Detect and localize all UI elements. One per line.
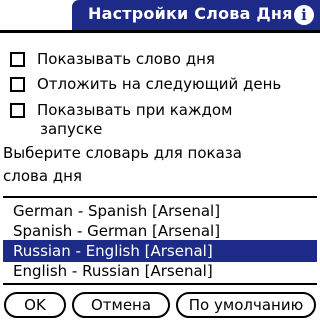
checkbox-label-continuation: запуске	[40, 120, 103, 138]
list-item-english-russian[interactable]: English - Russian [Arsenal]	[3, 260, 317, 282]
info-icon[interactable]: i	[294, 5, 314, 25]
checkbox-label: Отложить на следующий день	[37, 75, 282, 93]
word-of-day-settings-dialog: Настройки Слова Дня i Показывать слово д…	[0, 0, 320, 322]
dictionary-prompt-line1: Выберите словарь для показа	[3, 144, 242, 162]
checkbox-label: Показывать слово дня	[37, 50, 215, 68]
dictionary-prompt-line2: слова дня	[3, 167, 83, 185]
dictionary-list[interactable]: German - Spanish [Arsenal] Spanish - Ger…	[3, 196, 317, 284]
checkbox-show-every-launch[interactable]: Показывать при каждом	[10, 98, 232, 122]
title-bar: Настройки Слова Дня i	[0, 0, 320, 33]
list-divider	[3, 283, 317, 285]
checkbox-box[interactable]	[10, 51, 25, 67]
dialog-title: Настройки Слова Дня	[88, 4, 293, 23]
checkbox-show-word-of-day[interactable]: Показывать слово дня	[10, 47, 215, 71]
ok-button[interactable]: OK	[4, 292, 66, 318]
checkbox-postpone-next-day[interactable]: Отложить на следующий день	[10, 72, 281, 96]
checkbox-label: Показывать при каждом	[37, 101, 233, 119]
checkbox-box[interactable]	[10, 76, 25, 92]
list-item-spanish-german[interactable]: Spanish - German [Arsenal]	[3, 220, 317, 242]
cancel-button[interactable]: Отмена	[72, 292, 170, 318]
list-item-russian-english[interactable]: Russian - English [Arsenal]	[3, 240, 317, 262]
checkbox-box[interactable]	[10, 102, 25, 118]
list-item-german-spanish[interactable]: German - Spanish [Arsenal]	[3, 200, 317, 222]
default-button[interactable]: По умолчанию	[176, 292, 316, 318]
title-tab: Настройки Слова Дня i	[72, 0, 320, 30]
